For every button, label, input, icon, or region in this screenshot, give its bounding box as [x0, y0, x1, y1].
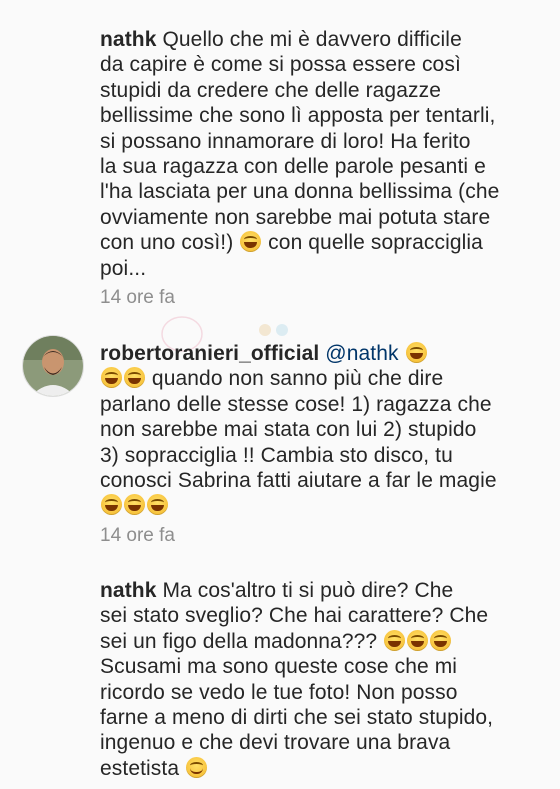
face-with-tears-of-joy-icon — [101, 494, 122, 516]
comment-body: nathk Quello che mi è davvero difficile … — [100, 27, 540, 281]
comment-text-continued: Scusami ma sono queste cose che mi ricor… — [100, 655, 494, 780]
winking-face-icon — [186, 756, 208, 778]
comment-text: quando non sanno più che dire parlano de… — [100, 367, 497, 493]
avatar-photo — [23, 336, 83, 396]
comment-username[interactable]: robertoranieri_official — [100, 342, 319, 365]
comment-timestamp: 14 ore fa — [100, 287, 175, 308]
face-with-tears-of-joy-icon — [405, 342, 427, 363]
face-with-tears-of-joy-icon — [124, 367, 145, 389]
comment-timestamp: 14 ore fa — [100, 525, 175, 546]
face-with-tears-of-joy-icon — [124, 494, 145, 516]
comment-body: robertoranieri_official @nathk quando no… — [100, 341, 540, 519]
face-with-tears-of-joy-icon — [147, 494, 168, 516]
mention-link[interactable]: @nathk — [325, 342, 398, 365]
comment-text: Quello che mi è davvero difficile da cap… — [100, 28, 500, 255]
face-with-tears-of-joy-icon — [240, 231, 262, 253]
comment-username[interactable]: nathk — [100, 28, 157, 51]
face-with-tears-of-joy-icon — [384, 629, 406, 651]
face-with-tears-of-joy-icon — [430, 629, 452, 651]
face-with-tears-of-joy-icon — [407, 629, 429, 651]
comment-body: nathk Ma cos'altro ti si può dire? Che s… — [100, 578, 540, 781]
comment-username[interactable]: nathk — [100, 579, 157, 602]
face-with-tears-of-joy-icon — [101, 367, 122, 389]
avatar[interactable] — [22, 335, 84, 397]
